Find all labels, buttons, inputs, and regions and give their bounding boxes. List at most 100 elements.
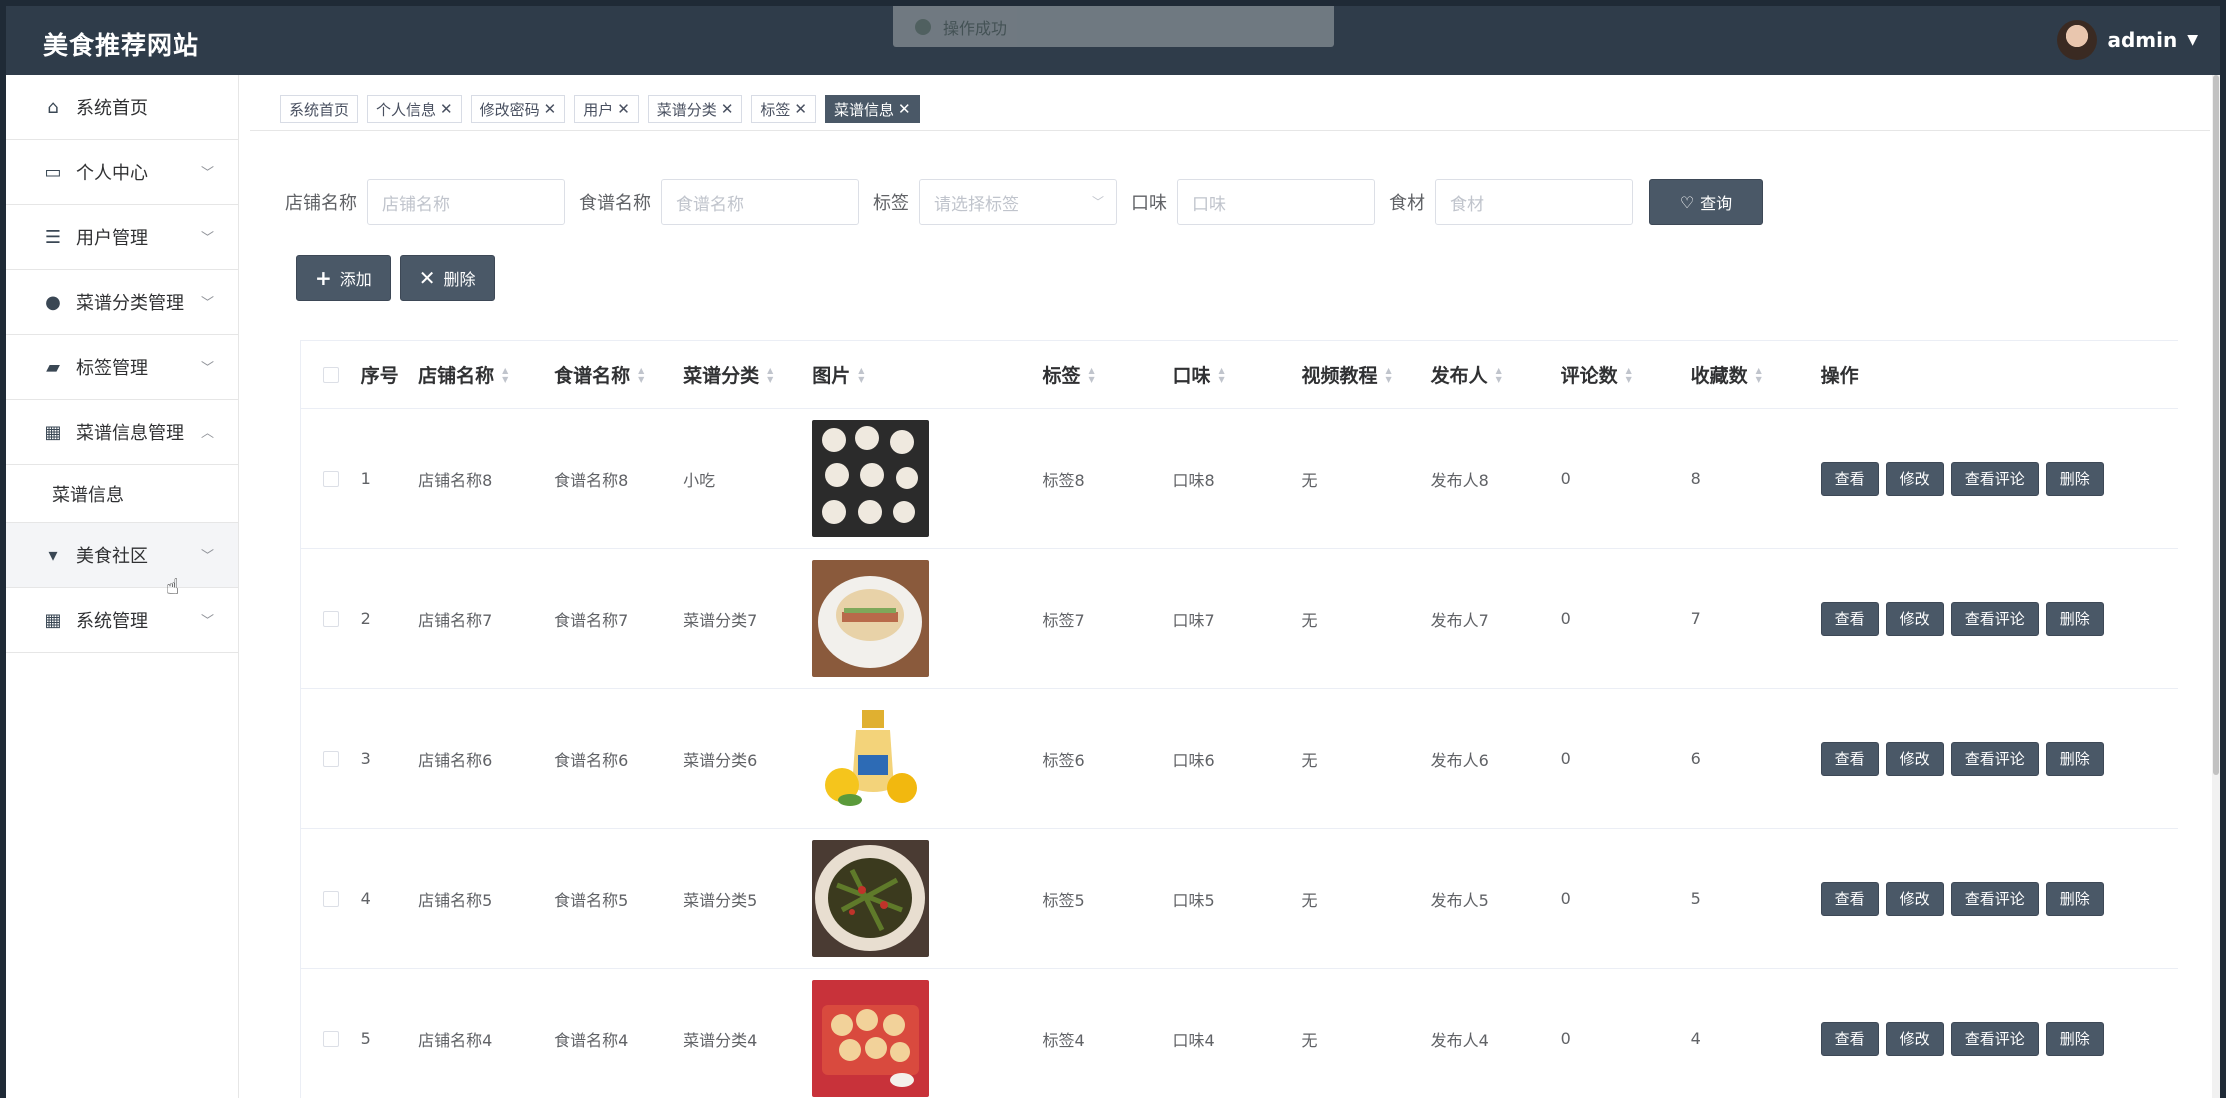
sort-icon[interactable]: ▲ ▼	[1219, 366, 1225, 384]
table-row: 4 店铺名称5 食谱名称5 菜谱分类5 标签5 口味5 无 发布人5 0 5 查…	[301, 829, 2178, 969]
delete-button[interactable]: 删除	[2045, 741, 2104, 776]
view-comments-button[interactable]: 查看评论	[1950, 881, 2039, 916]
tab-personal-info[interactable]: 个人信息 ✕	[367, 95, 462, 123]
row-checkbox[interactable]	[322, 750, 339, 767]
sidebar-item-tags[interactable]: ▰ 标签管理 ﹀	[6, 335, 238, 400]
tab-change-password[interactable]: 修改密码 ✕	[470, 95, 566, 123]
cell-publisher: 发布人8	[1430, 470, 1489, 490]
sidebar-item-recipe-category[interactable]: ● 菜谱分类管理 ﹀	[6, 270, 238, 335]
search-form: 店铺名称 店铺名称 食谱名称 食谱名称 标签 请选择标签 ﹀ 口味 口味 食材 食…	[285, 179, 1763, 225]
ingredient-input[interactable]: 食材	[1435, 179, 1633, 225]
sort-icon[interactable]: ▲ ▼	[502, 366, 508, 384]
cell-category: 菜谱分类4	[683, 1030, 758, 1050]
close-icon[interactable]: ✕	[721, 100, 734, 118]
sort-icon[interactable]: ▲ ▼	[638, 366, 644, 384]
tag-placeholder: 请选择标签	[934, 194, 1019, 215]
view-comments-button[interactable]: 查看评论	[1950, 461, 2039, 496]
delete-button[interactable]: 删除	[2045, 601, 2104, 636]
username[interactable]: admin	[2107, 28, 2177, 52]
edit-button[interactable]: 修改	[1885, 1021, 1944, 1056]
header-publisher[interactable]: 发布人	[1431, 361, 1488, 388]
sort-icon[interactable]: ▲ ▼	[858, 366, 864, 384]
cell-favorites: 7	[1690, 609, 1701, 628]
tab-home[interactable]: 系统首页	[280, 95, 359, 123]
recipe-image[interactable]	[812, 980, 930, 1097]
header-category[interactable]: 菜谱分类	[683, 361, 759, 388]
add-button[interactable]: + 添加	[296, 255, 391, 301]
tab-tags[interactable]: 标签 ✕	[751, 95, 816, 123]
delete-button[interactable]: 删除	[2045, 881, 2104, 916]
sidebar-item-community[interactable]: ▾ 美食社区 ﹀	[6, 523, 238, 588]
tag-select[interactable]: 请选择标签 ﹀	[919, 179, 1117, 225]
view-comments-button[interactable]: 查看评论	[1950, 741, 2039, 776]
row-checkbox[interactable]	[322, 610, 339, 627]
recipe-image[interactable]	[812, 420, 930, 537]
header-image[interactable]: 图片	[812, 361, 850, 388]
row-checkbox[interactable]	[322, 890, 339, 907]
taste-placeholder: 口味	[1192, 194, 1226, 215]
header-shop[interactable]: 店铺名称	[418, 361, 494, 388]
batch-delete-button[interactable]: ✕ 删除	[399, 255, 495, 301]
edit-button[interactable]: 修改	[1885, 601, 1944, 636]
view-comments-button[interactable]: 查看评论	[1950, 601, 2039, 636]
header-tag[interactable]: 标签	[1042, 361, 1080, 388]
sidebar-item-users[interactable]: ☰ 用户管理 ﹀	[6, 205, 238, 270]
tab-users[interactable]: 用户 ✕	[574, 95, 639, 123]
close-icon[interactable]: ✕	[440, 100, 453, 118]
select-all-checkbox[interactable]	[322, 366, 339, 383]
close-icon[interactable]: ✕	[544, 100, 557, 118]
sidebar-item-system[interactable]: ▦ 系统管理 ﹀	[6, 588, 238, 653]
header-favorites[interactable]: 收藏数	[1691, 361, 1748, 388]
sort-icon[interactable]: ▲ ▼	[767, 366, 773, 384]
header-food[interactable]: 食谱名称	[554, 361, 630, 388]
chevron-down-icon: ﹀	[200, 231, 214, 246]
close-icon[interactable]: ✕	[794, 100, 807, 118]
sort-icon[interactable]: ▲ ▼	[1756, 366, 1762, 384]
toast-message: 操作成功	[893, 6, 1334, 47]
food-input[interactable]: 食谱名称	[661, 179, 859, 225]
edit-button[interactable]: 修改	[1885, 881, 1944, 916]
recipe-image[interactable]	[812, 700, 930, 817]
cell-shop: 店铺名称7	[418, 610, 493, 630]
submenu-item-recipe-info[interactable]: 菜谱信息	[6, 465, 238, 523]
caret-down-icon[interactable]: ▼	[2187, 32, 2198, 48]
close-icon[interactable]: ✕	[898, 100, 911, 118]
user-menu[interactable]: admin ▼	[2057, 20, 2198, 60]
delete-button[interactable]: 删除	[2045, 461, 2104, 496]
sidebar-item-home[interactable]: ⌂ 系统首页	[6, 75, 238, 140]
view-button[interactable]: 查看	[1820, 601, 1879, 636]
chevron-down-icon: ﹀	[200, 614, 214, 629]
sidebar-item-recipe-info[interactable]: ▦ 菜谱信息管理 ︿	[6, 400, 238, 465]
sort-icon[interactable]: ▲ ▼	[1088, 366, 1094, 384]
tab-recipe-info[interactable]: 菜谱信息 ✕	[824, 95, 920, 123]
sort-icon[interactable]: ▲ ▼	[1386, 366, 1392, 384]
row-checkbox[interactable]	[322, 1030, 339, 1047]
shop-input[interactable]: 店铺名称	[367, 179, 565, 225]
avatar[interactable]	[2057, 20, 2098, 60]
view-button[interactable]: 查看	[1820, 1021, 1879, 1056]
header-comments[interactable]: 评论数	[1561, 361, 1618, 388]
vertical-scrollbar[interactable]	[2212, 75, 2220, 1098]
scrollbar-thumb[interactable]	[2213, 75, 2219, 775]
tab-recipe-category[interactable]: 菜谱分类 ✕	[647, 95, 743, 123]
row-checkbox[interactable]	[322, 470, 339, 487]
sort-icon[interactable]: ▲ ▼	[1496, 366, 1502, 384]
view-button[interactable]: 查看	[1820, 461, 1879, 496]
sort-icon[interactable]: ▲ ▼	[1626, 366, 1632, 384]
query-button[interactable]: ♡ 查询	[1649, 179, 1763, 225]
recipe-image[interactable]	[812, 560, 930, 677]
cell-no: 3	[360, 749, 371, 768]
view-comments-button[interactable]: 查看评论	[1950, 1021, 2039, 1056]
header-video[interactable]: 视频教程	[1302, 361, 1378, 388]
header-taste[interactable]: 口味	[1173, 361, 1211, 388]
view-button[interactable]: 查看	[1820, 741, 1879, 776]
taste-input[interactable]: 口味	[1177, 179, 1375, 225]
edit-button[interactable]: 修改	[1885, 741, 1944, 776]
recipe-image[interactable]	[812, 840, 930, 957]
sidebar-item-personal-center[interactable]: ▭ 个人中心 ﹀	[6, 140, 238, 205]
view-button[interactable]: 查看	[1820, 881, 1879, 916]
delete-button[interactable]: 删除	[2045, 1021, 2104, 1056]
close-icon[interactable]: ✕	[617, 100, 630, 118]
query-label: 查询	[1700, 194, 1733, 213]
edit-button[interactable]: 修改	[1885, 461, 1944, 496]
